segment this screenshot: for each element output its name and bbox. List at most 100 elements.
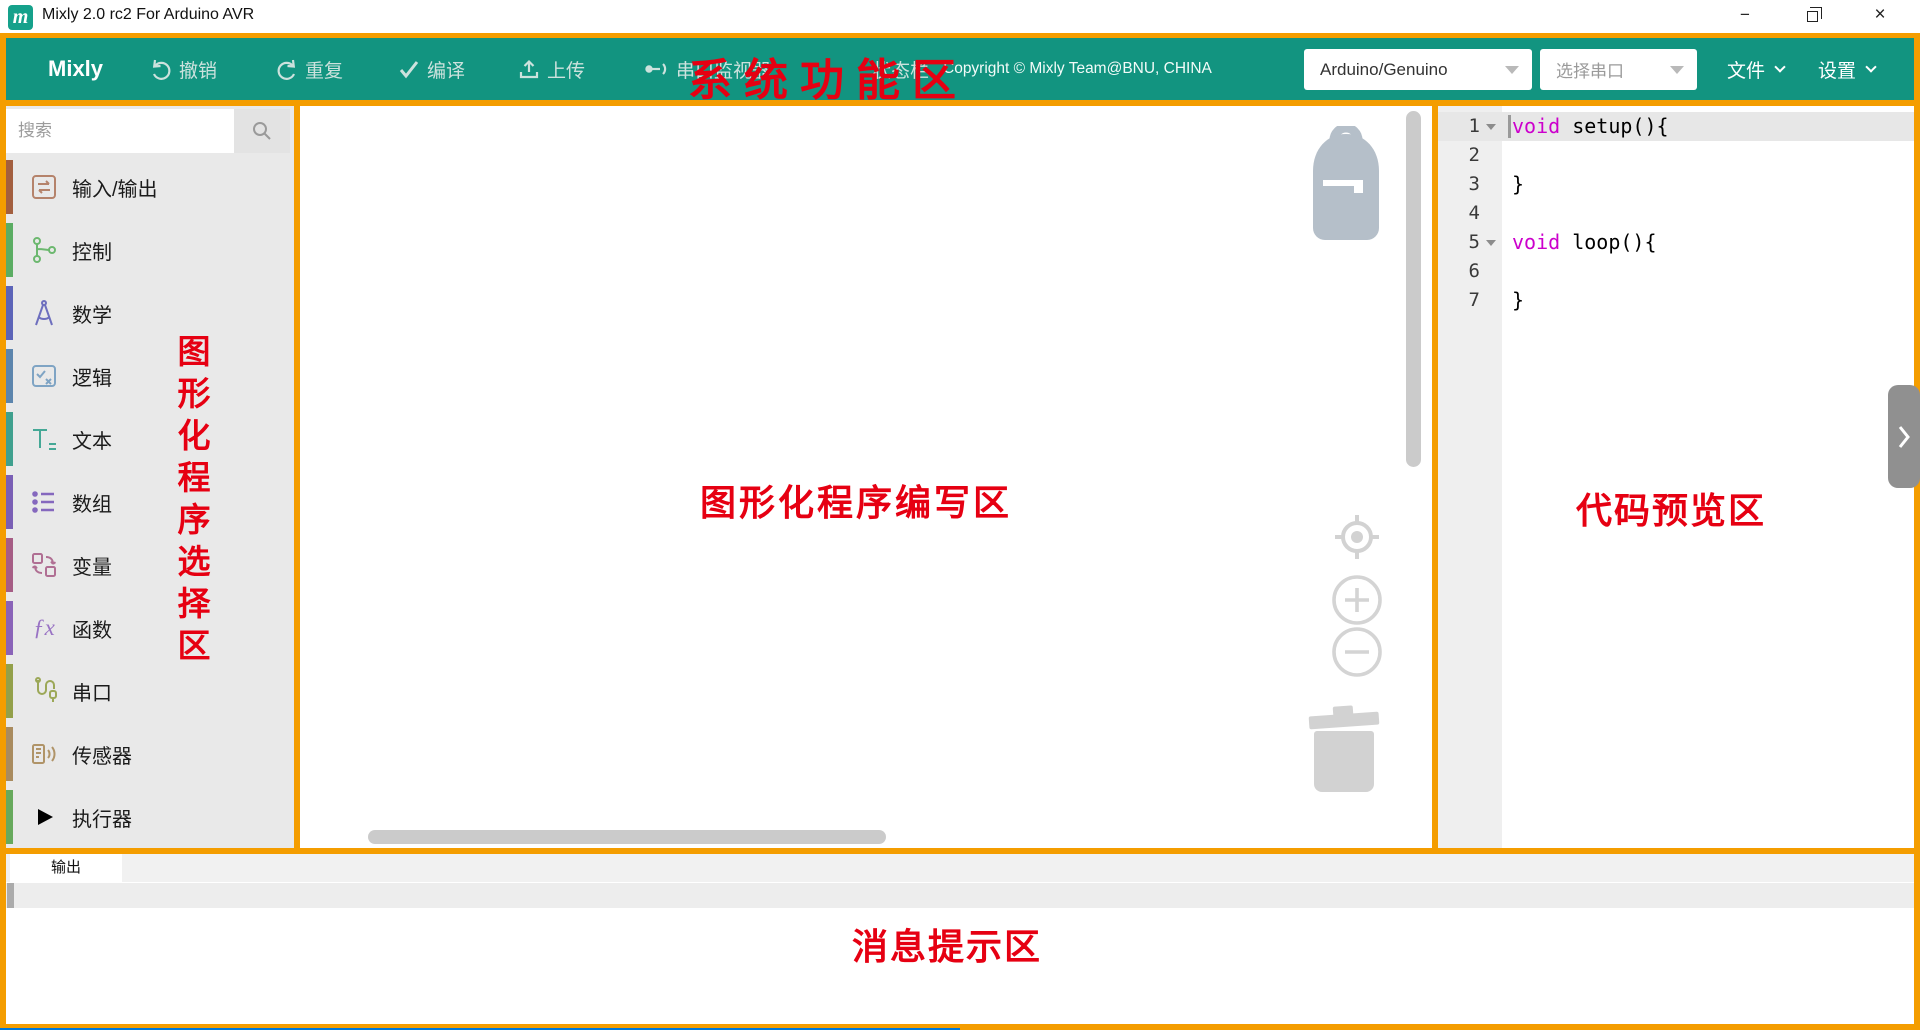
panel-expand-handle[interactable] <box>1888 385 1920 488</box>
vertical-scrollbar[interactable] <box>1406 111 1421 467</box>
output-message-row <box>6 883 1914 908</box>
serial-cable-icon <box>28 675 60 707</box>
variable-swap-icon <box>28 549 60 581</box>
array-list-icon <box>28 486 60 518</box>
zoom-in-icon[interactable] <box>1331 574 1383 626</box>
category-stripe <box>6 412 13 466</box>
fold-caret-icon[interactable] <box>1486 240 1496 246</box>
sidebar-item-sensor[interactable]: 传感器 <box>6 725 294 783</box>
category-label: 控制 <box>72 236 112 265</box>
chevron-right-icon <box>1897 424 1911 450</box>
line-number: 7 <box>1438 286 1480 315</box>
trash-icon[interactable] <box>1309 706 1379 792</box>
file-menu-label: 文件 <box>1727 56 1765 83</box>
backpack-icon[interactable] <box>1300 126 1392 244</box>
search-icon <box>249 118 275 144</box>
sidebar-item-text[interactable]: 文本 <box>6 410 294 468</box>
minimize-button[interactable]: − <box>1722 0 1768 31</box>
category-label: 文本 <box>72 425 112 454</box>
code-line: 6 <box>1438 257 1914 286</box>
output-tab-bar <box>6 854 1914 882</box>
sidebar-item-input-output[interactable]: 输入/输出 <box>6 158 294 216</box>
sidebar-item-logic[interactable]: 逻辑 <box>6 347 294 405</box>
sidebar-item-math[interactable]: 数学 <box>6 284 294 342</box>
undo-label: 撤销 <box>179 56 217 83</box>
code-text: setup(){ <box>1560 114 1668 138</box>
mixly-logo-icon: m <box>8 5 33 30</box>
mixly-app-window: m Mixly 2.0 rc2 For Arduino AVR − × Mixl… <box>0 0 1920 1030</box>
chevron-down-icon <box>1505 66 1519 74</box>
category-stripe <box>6 286 13 340</box>
copyright-text: Copyright © Mixly Team@BNU, CHINA <box>943 38 1212 100</box>
port-select-placeholder: 选择串口 <box>1556 57 1624 82</box>
compile-label: 编译 <box>427 56 465 83</box>
category-label: 传感器 <box>72 740 132 769</box>
annotation-block-picker-area: 图形化程序选择区 <box>166 334 214 674</box>
line-number: 3 <box>1438 170 1480 199</box>
board-select-dropdown[interactable]: Arduino/Genuino <box>1304 49 1532 90</box>
category-label: 数学 <box>72 299 112 328</box>
sensor-icon <box>28 738 60 770</box>
annotation-message-area: 消息提示区 <box>852 918 1042 970</box>
redo-button[interactable]: 重复 <box>276 38 343 100</box>
region-border-right <box>1914 33 1920 1030</box>
check-icon <box>398 58 420 80</box>
code-line: 2 <box>1438 141 1914 170</box>
category-stripe <box>6 223 13 277</box>
category-stripe <box>6 727 13 781</box>
math-compass-icon <box>28 297 60 329</box>
close-button[interactable]: × <box>1857 0 1903 31</box>
sidebar-item-array[interactable]: 数组 <box>6 473 294 531</box>
trash-body <box>1314 731 1374 792</box>
settings-menu-label: 设置 <box>1818 56 1856 83</box>
sidebar-item-serial[interactable]: 串口 <box>6 662 294 720</box>
category-label: 函数 <box>72 614 112 643</box>
sidebar-item-function[interactable]: ƒx 函数 <box>6 599 294 657</box>
line-number: 2 <box>1438 141 1480 170</box>
search-input[interactable] <box>6 109 234 153</box>
function-fx-icon: ƒx <box>28 612 60 644</box>
line-number: 6 <box>1438 257 1480 286</box>
restore-button[interactable] <box>1789 0 1835 31</box>
compile-button[interactable]: 编译 <box>398 38 465 100</box>
sidebar-item-actuator[interactable]: 执行器 <box>6 788 294 846</box>
category-stripe <box>6 601 13 655</box>
settings-menu[interactable]: 设置 <box>1818 38 1875 100</box>
actuator-play-icon <box>28 801 60 833</box>
mixly-menu-button[interactable]: Mixly <box>48 38 103 100</box>
undo-button[interactable]: 撤销 <box>150 38 217 100</box>
code-text: loop(){ <box>1560 230 1656 254</box>
horizontal-scrollbar[interactable] <box>368 830 886 844</box>
category-label: 变量 <box>72 551 112 580</box>
trash-lid <box>1309 712 1380 730</box>
file-menu[interactable]: 文件 <box>1727 38 1784 100</box>
code-text: } <box>1512 288 1524 312</box>
category-label: 串口 <box>72 677 112 706</box>
search-button[interactable] <box>234 109 290 153</box>
fold-caret-icon[interactable] <box>1486 124 1496 130</box>
center-view-icon[interactable] <box>1331 511 1383 563</box>
code-text: } <box>1512 172 1524 196</box>
zoom-out-icon[interactable] <box>1331 626 1383 678</box>
port-select-dropdown[interactable]: 选择串口 <box>1540 49 1697 90</box>
category-label: 输入/输出 <box>72 173 158 202</box>
serial-monitor-icon <box>645 58 669 80</box>
category-stripe <box>6 160 13 214</box>
undo-icon <box>150 58 172 80</box>
restore-icon <box>1807 11 1818 22</box>
annotation-block-editor-area: 图形化程序编写区 <box>700 474 1012 526</box>
code-line: 7 } <box>1438 286 1914 315</box>
tab-output[interactable]: 输出 <box>10 854 122 882</box>
control-icon <box>28 234 60 266</box>
board-select-value: Arduino/Genuino <box>1320 60 1448 80</box>
line-number: 5 <box>1438 228 1480 257</box>
line-number: 1 <box>1438 112 1480 141</box>
category-stripe <box>6 790 13 844</box>
annotation-system-function-area: 系统功能区 <box>688 44 968 108</box>
upload-button[interactable]: 上传 <box>518 38 585 100</box>
sidebar-item-control[interactable]: 控制 <box>6 221 294 279</box>
text-icon <box>28 423 60 455</box>
redo-icon <box>276 58 298 80</box>
code-line: 4 <box>1438 199 1914 228</box>
sidebar-item-variable[interactable]: 变量 <box>6 536 294 594</box>
